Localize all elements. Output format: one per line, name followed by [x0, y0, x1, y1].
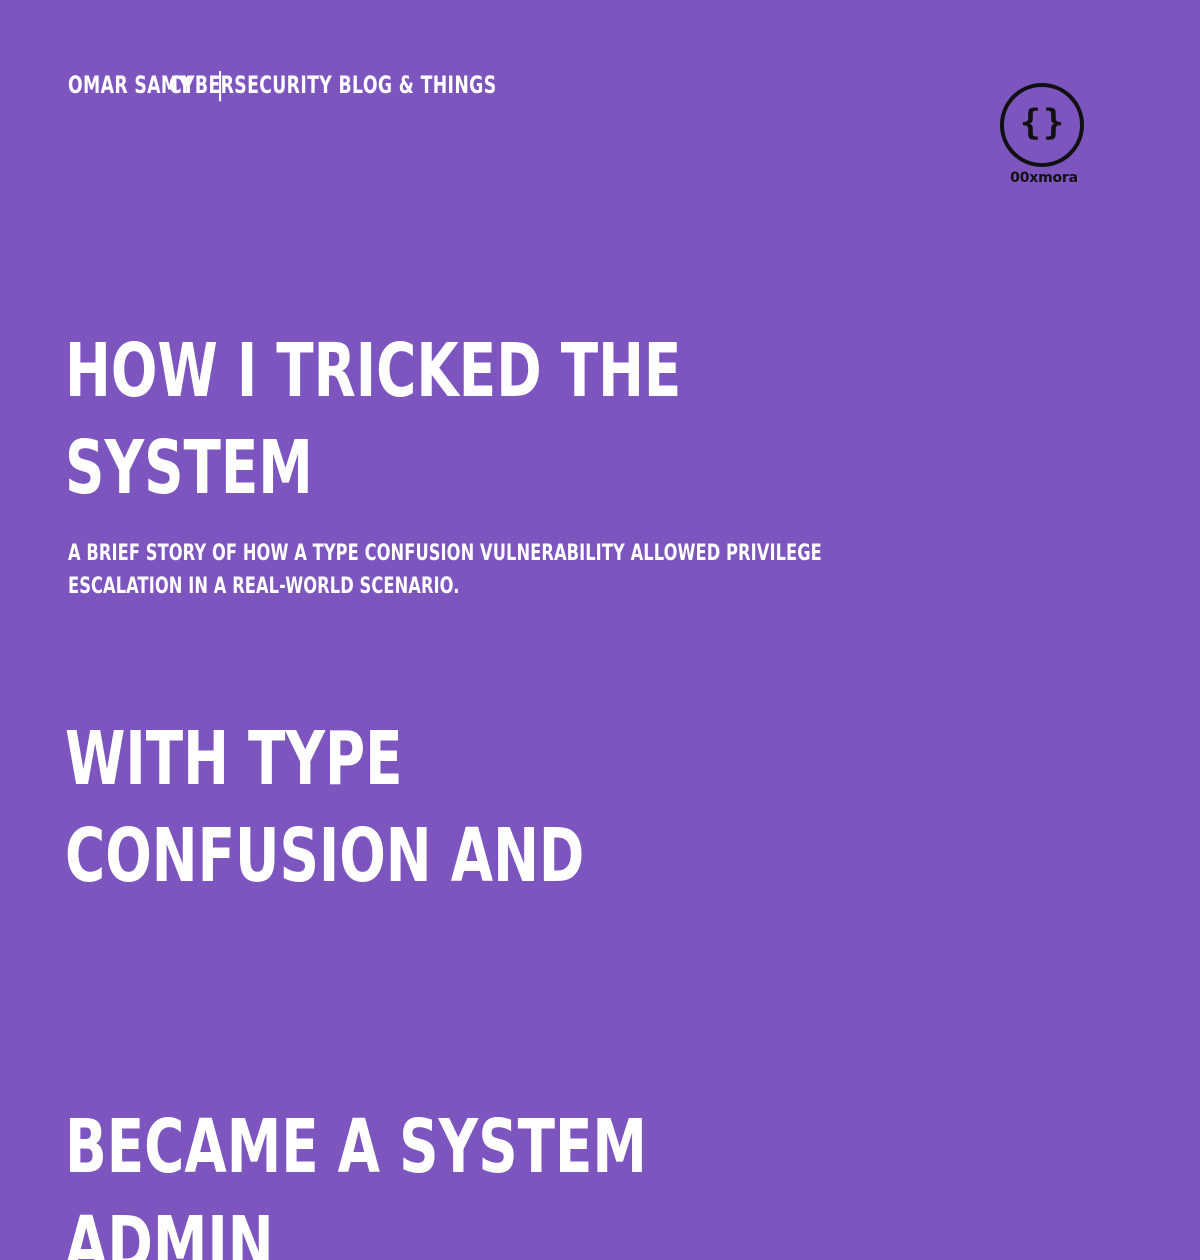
blog-header: OMAR SAMY | CYBERSECURITY BLOG & THINGS [68, 70, 624, 100]
right-brace-glyph: } [1043, 102, 1065, 143]
post-title: HOW I TRICKED THE SYSTEM WITH TYPE CONFU… [65, 226, 761, 1260]
post-subtitle: A BRIEF STORY OF HOW A TYPE CONFUSION VU… [68, 541, 822, 599]
logo-wordmark: 00xmora [1010, 170, 1078, 186]
curly-braces-icon: { } [1000, 83, 1084, 167]
site-logo: { } 00xmora [998, 80, 1090, 190]
title-line: BECAME A SYSTEM ADMIN [65, 1103, 647, 1260]
blog-site-name: CYBERSECURITY BLOG & THINGS [169, 71, 497, 99]
blog-social-card: OMAR SAMY | CYBERSECURITY BLOG & THINGS … [0, 0, 1200, 1260]
title-line: WITH TYPE CONFUSION AND [65, 715, 585, 899]
left-brace-glyph: { [1019, 102, 1041, 143]
title-line: HOW I TRICKED THE SYSTEM [65, 327, 682, 511]
